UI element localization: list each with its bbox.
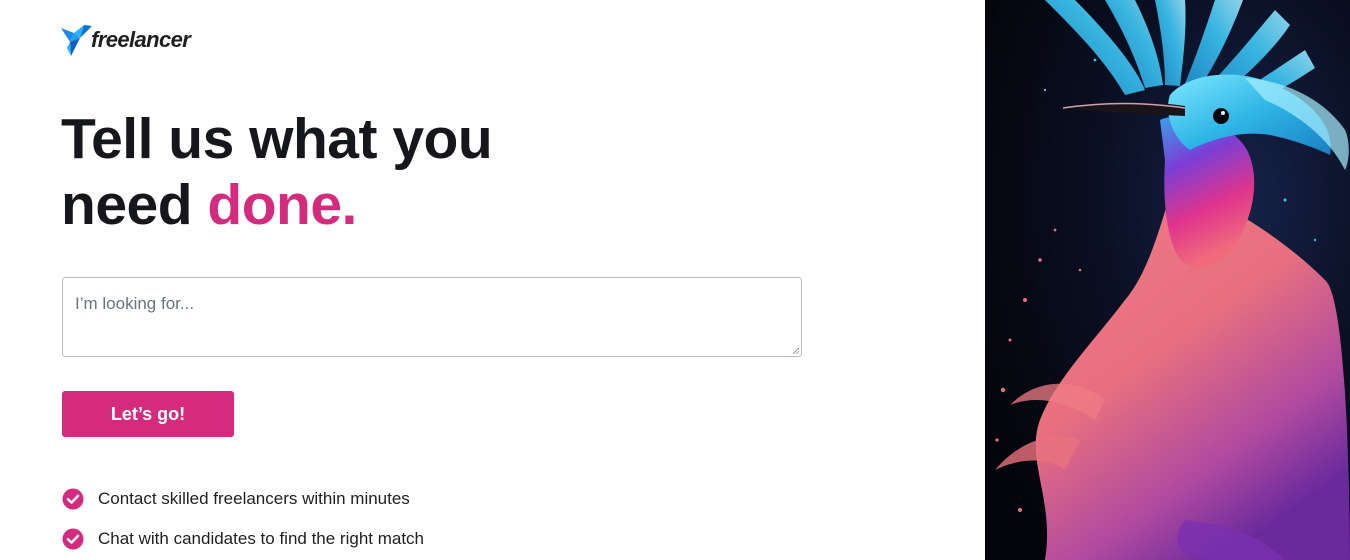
project-description-field[interactable] [62,277,802,357]
hero-image [985,0,1350,560]
benefit-item: Chat with candidates to find the right m… [62,525,424,553]
hummingbird-illustration [985,0,1350,560]
benefit-text: Contact skilled freelancers within minut… [98,489,410,508]
content-panel: freelancer Tell us what you need done. L… [0,0,985,560]
logo-wordmark: freelancer [91,27,191,52]
headline-accent-word: done. [207,173,357,237]
check-circle-icon [62,488,84,510]
benefit-text: Chat with candidates to find the right m… [98,529,425,548]
check-circle-icon [62,528,84,550]
benefits-list: Contact skilled freelancers within minut… [62,485,424,560]
lets-go-button[interactable]: Let’s go! [62,391,234,437]
project-description-input[interactable] [63,278,801,356]
freelancer-logo[interactable]: freelancer [61,25,191,59]
bird-logo-icon [61,25,92,56]
page: freelancer Tell us what you need done. L… [0,0,1350,560]
headline-line-2-prefix: need [61,173,193,237]
benefit-item: Contact skilled freelancers within minut… [62,485,424,513]
page-title: Tell us what you need done. [61,106,493,238]
headline-line-1: Tell us what you [61,107,493,171]
